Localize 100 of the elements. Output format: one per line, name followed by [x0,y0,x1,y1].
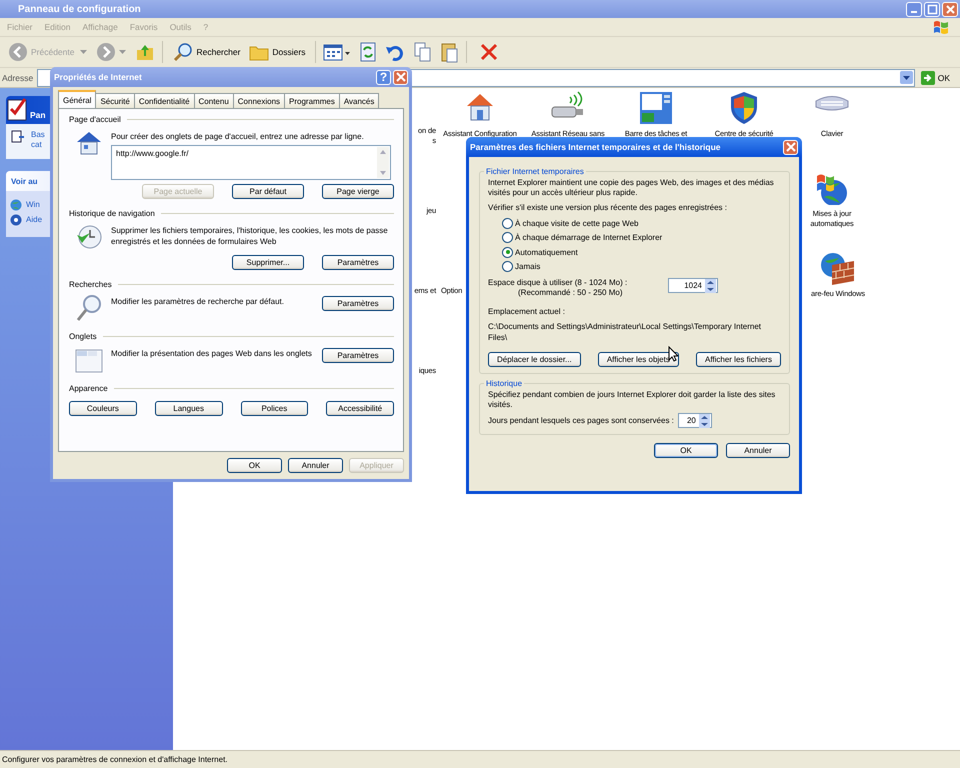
description: Spécifiez pendant combien de jours Internet Explorer doit garder la liste des sites visités. [488,390,776,410]
settings-button[interactable]: Paramètres [322,348,394,363]
globe-icon [10,198,22,210]
house-icon [75,129,103,157]
description: Modifier les paramètres de recherche par défaut. [111,296,285,307]
disk-space-label: Espace disque à utiliser (8 - 1024 Mo) : (Recommandé : 50 - 250 Mo) [488,278,628,298]
close-button[interactable] [393,70,408,84]
scrollbar[interactable] [377,147,389,178]
dialog-button[interactable]: Annuler [726,443,790,458]
group-heading: Historique [485,379,524,388]
disk-space-spinner[interactable]: 1024 [668,278,718,293]
sidebar-link[interactable]: Bas cat [31,130,45,150]
tab[interactable]: Programmes [284,93,340,108]
home-page-field[interactable]: http://www.google.fr/ [111,145,391,180]
maximize-button[interactable] [924,2,940,16]
minimize-button[interactable] [906,2,922,16]
close-icon [396,72,406,82]
dialog-button[interactable]: OK [654,443,718,458]
dialog-title: Paramètres des fichiers Internet temporaires et de l'historique [470,142,722,152]
tab[interactable]: Confidentialité [134,93,195,108]
close-icon [944,2,956,16]
dialog-button[interactable]: Accessibilité [326,401,394,416]
spinner-value: 20 [686,416,696,425]
go-button[interactable]: OK [918,70,958,84]
panel-header: Pan [30,110,46,122]
description: Internet Explorer maintient une copie des pages Web, des images et des médias visités pour un accès ultérieur plus rapide. [488,178,775,198]
description: Modifier la présentation des pages Web dans les onglets [111,348,313,359]
dialog-button[interactable]: OK [227,458,282,473]
group-heading: Page d'accueil [69,115,121,124]
dialog-button[interactable]: Page vierge [322,184,394,199]
group-heading: Historique de navigation [69,209,155,218]
window-title: Panneau de configuration [18,4,141,14]
group-heading: Fichier Internet temporaires [485,167,585,176]
dialog-button[interactable]: Afficher les fichiers [696,352,781,367]
address-label: Adresse [2,72,34,82]
settings-button[interactable]: Paramètres [322,296,394,311]
description: Pour créer des onglets de page d'accueil, entrez une adresse par ligne. [111,131,365,142]
radio-button[interactable] [502,246,513,258]
dialog-title: Propriétés de Internet [54,72,143,82]
minimize-icon [911,11,917,13]
radio-label[interactable]: À chaque démarrage de Internet Explorer [515,233,662,242]
group-heading: Apparence [69,384,108,393]
spinner-value: 1024 [684,281,702,290]
caret-icon[interactable] [80,50,88,54]
radio-button[interactable] [502,261,513,272]
switch-view-icon [11,130,25,144]
days-spinner[interactable]: 20 [678,413,712,428]
caret-icon[interactable] [119,50,126,54]
copy-icon[interactable] [414,42,432,62]
search-button[interactable]: Rechercher [170,42,244,62]
radio-button[interactable] [502,232,513,244]
field-value: http://www.google.fr/ [116,149,188,158]
spin-arrows-icon[interactable] [705,278,716,292]
tab[interactable]: Contenu [194,93,234,108]
tab[interactable]: Sécurité [95,93,135,108]
sync-icon[interactable] [360,42,376,62]
dialog-button[interactable]: Langues [154,401,222,416]
folders-button[interactable]: Dossiers [246,43,308,61]
paste-icon[interactable] [441,41,460,63]
tab[interactable]: Connexions [232,93,286,108]
dialog-button[interactable]: Afficher les objets [598,352,679,367]
radio-button[interactable] [502,218,513,229]
location-path: C:\Documents and Settings\Administrateur\Local Settings\Temporary Internet Files\ [488,321,762,343]
forward-icon[interactable] [96,42,116,62]
mouse-cursor-icon [668,346,678,362]
dialog-button[interactable]: Couleurs [69,401,137,416]
close-button[interactable] [783,140,798,154]
radio-label[interactable]: Automatiquement [515,248,578,257]
description: Supprimer les fichiers temporaires, l'historique, les cookies, les mots de passe enregistrés et les données de formulaires Web [111,225,389,247]
status-text: Configurer vos paramètres de connexion et d'affichage Internet. [2,755,228,764]
checklist-icon [6,96,28,122]
clock-icon [75,223,103,251]
question-label: Vérifier s'il existe une version plus récente des pages enregistrées : [488,203,728,213]
location-label: Emplacement actuel : [488,307,566,317]
radio-label[interactable]: Jamais [515,262,540,272]
brick-wall-icon[interactable] [820,251,856,285]
group-heading: Recherches [69,280,112,289]
scroll-down-icon[interactable] [380,171,386,175]
dialog-button[interactable]: Par défaut [232,184,304,199]
close-button[interactable] [942,2,958,16]
sidebar-link[interactable]: Win [26,200,40,210]
dialog-button[interactable]: Supprimer... [232,255,304,270]
dialog-button[interactable]: Annuler [288,458,343,473]
dialog-button[interactable]: Déplacer le dossier... [488,352,581,367]
group-heading: Onglets [69,332,97,341]
delete-icon[interactable] [480,43,498,61]
panel-header: Voir au [11,176,38,186]
spin-arrows-icon[interactable] [698,414,710,428]
dialog-button[interactable]: Polices [240,401,308,416]
dropdown-icon[interactable] [900,71,913,84]
tab[interactable]: Général [58,90,96,108]
dialog-button[interactable]: Paramètres [322,255,394,270]
radio-label[interactable]: À chaque visite de cette page Web [515,218,638,228]
tab[interactable]: Avancés [338,93,380,108]
shield-icon[interactable] [729,91,759,125]
scroll-up-icon[interactable] [380,150,386,154]
close-icon [786,142,796,152]
views-icon[interactable] [323,43,352,61]
sidebar-link[interactable]: Aide [26,214,42,224]
taskbar-icon[interactable] [639,91,673,125]
